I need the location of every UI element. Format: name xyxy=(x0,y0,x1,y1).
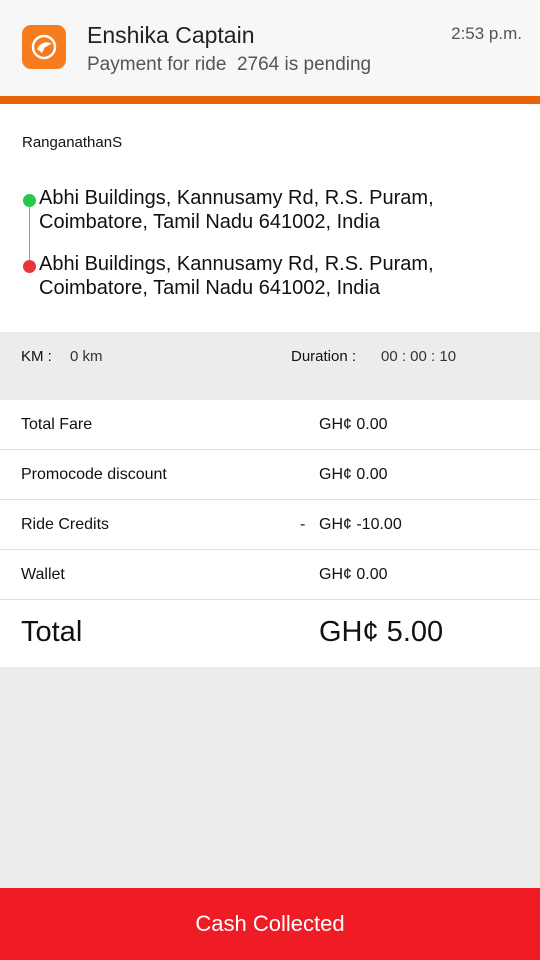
fare-total-row: Total GH¢ 5.00 xyxy=(0,600,540,667)
fare-breakdown: Total Fare GH¢ 0.00 Promocode discount G… xyxy=(0,400,540,667)
fare-row-value: GH¢ 0.00 xyxy=(319,566,388,583)
cash-collected-button[interactable]: Cash Collected xyxy=(0,888,540,960)
fare-row-value: GH¢ 0.00 xyxy=(319,466,388,483)
total-value: GH¢ 5.00 xyxy=(319,616,444,648)
fare-row-label: Total Fare xyxy=(21,416,93,433)
fare-row-sign: - xyxy=(300,516,306,533)
enshika-logo-icon xyxy=(22,25,66,69)
route-connector-line xyxy=(29,207,30,260)
pickup-marker-icon xyxy=(23,194,36,207)
notification-body: Payment for ride 2764 is pending xyxy=(87,54,372,75)
fare-row-label: Promocode discount xyxy=(21,466,167,483)
drop-marker-icon xyxy=(23,260,36,273)
fare-row: Ride Credits - GH¢ -10.00 xyxy=(0,500,540,550)
pickup-address: Abhi Buildings, Kannusamy Rd, R.S. Puram… xyxy=(39,187,434,233)
trip-stats-bar: KM : 0 km Duration : 00 : 00 : 10 xyxy=(0,332,540,382)
fare-row-value: GH¢ 0.00 xyxy=(319,416,388,433)
notification-time: 2:53 p.m. xyxy=(451,24,522,43)
fare-row: Wallet GH¢ 0.00 xyxy=(0,550,540,600)
duration-value: 00 : 00 : 10 xyxy=(381,348,457,365)
distance-value: 0 km xyxy=(70,348,103,365)
fare-row: Total Fare GH¢ 0.00 xyxy=(0,400,540,450)
fare-row: Promocode discount GH¢ 0.00 xyxy=(0,450,540,500)
notification-banner[interactable]: Enshika Captain Payment for ride 2764 is… xyxy=(0,0,540,96)
fare-row-label: Ride Credits xyxy=(21,516,110,533)
notification-title: Enshika Captain xyxy=(87,22,255,48)
fare-row-label: Wallet xyxy=(21,566,65,583)
trip-details-card: RanganathanS Abhi Buildings, Kannusamy R… xyxy=(0,104,540,332)
rider-name: RanganathanS xyxy=(22,134,123,151)
distance-label: KM : xyxy=(21,348,52,365)
duration-label: Duration : xyxy=(291,348,357,365)
drop-address: Abhi Buildings, Kannusamy Rd, R.S. Puram… xyxy=(39,253,434,299)
fare-row-value: GH¢ -10.00 xyxy=(319,516,402,533)
accent-divider xyxy=(0,96,540,104)
total-label: Total xyxy=(21,616,83,648)
